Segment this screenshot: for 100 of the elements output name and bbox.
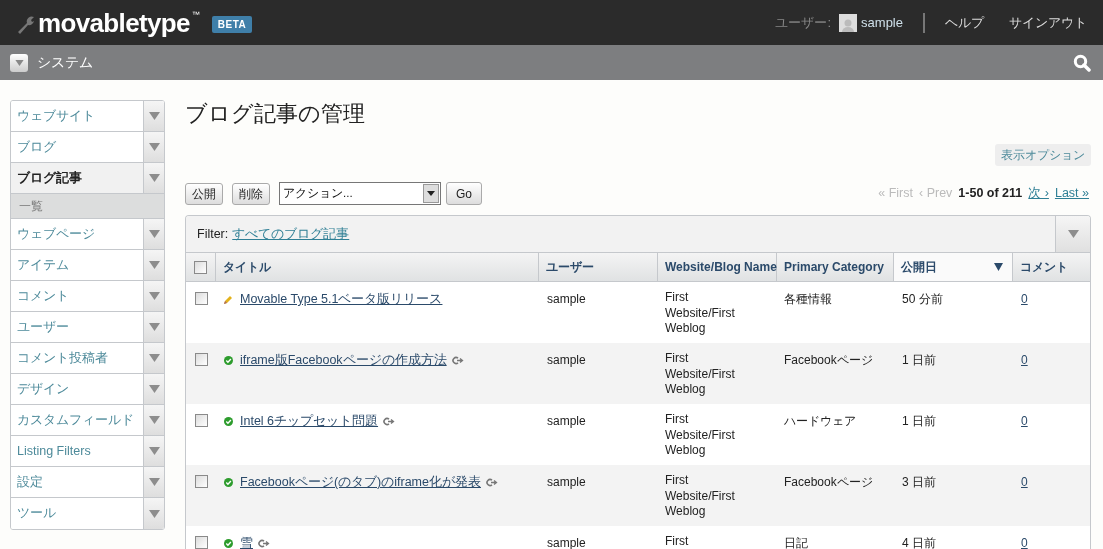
user-cell: sample	[547, 536, 586, 549]
date-cell: 4 日前	[902, 536, 936, 549]
avatar-icon	[839, 13, 858, 32]
blog-name-cell-text: First Website/First Weblog	[665, 351, 736, 398]
sidebar-item[interactable]: コメント	[11, 281, 164, 312]
view-arrow-icon[interactable]	[258, 538, 270, 548]
user-link[interactable]: sample	[861, 12, 903, 33]
sidebar-subitem[interactable]: 一覧	[11, 194, 164, 219]
header-link[interactable]: サインアウト	[1009, 12, 1087, 33]
caret-icon	[14, 59, 24, 66]
sidebar-item[interactable]: ブログ	[11, 132, 164, 163]
entry-title-link[interactable]: iframe版Facebookページの作成方法	[240, 351, 447, 370]
caret-icon	[148, 509, 160, 518]
logo-text: movabletype	[38, 9, 190, 36]
column-header[interactable]: タイトル	[216, 253, 539, 281]
entry-title-link[interactable]: Movable Type 5.1ベータ版リリース	[240, 290, 443, 309]
comment-count-link[interactable]: 0	[1021, 536, 1028, 549]
page-link: « First	[878, 185, 913, 203]
caret-icon	[148, 385, 160, 393]
category-cell: ハードウェア	[784, 414, 856, 428]
check-circle-icon	[224, 477, 233, 487]
scope-label: システム	[37, 53, 93, 72]
column-header[interactable]: Website/Blog Name	[658, 253, 777, 281]
checkbox[interactable]	[194, 292, 208, 305]
sidebar-item[interactable]: ユーザー	[11, 312, 164, 343]
page-link[interactable]: Last »	[1054, 184, 1089, 203]
date-cell: 1 日前	[902, 353, 936, 367]
date-cell: 3 日前	[902, 475, 936, 489]
user-cell: sample	[547, 414, 586, 428]
caret-icon	[148, 323, 160, 331]
beta-badge: BETA	[211, 16, 253, 33]
toolbar-button[interactable]: 削除	[232, 182, 270, 205]
sidebar-item[interactable]: ウェブサイト	[11, 101, 164, 132]
column-header[interactable]: 公開日	[894, 253, 1013, 281]
header-link[interactable]: ヘルプ	[945, 12, 984, 33]
view-arrow-icon[interactable]	[485, 477, 498, 487]
pencil-icon	[224, 294, 233, 304]
page-title: ブログ記事の管理	[185, 100, 366, 128]
caret-icon	[148, 416, 160, 424]
comment-count-link[interactable]: 0	[1021, 353, 1028, 367]
page-link: ‹ Prev	[919, 185, 953, 203]
page-link[interactable]: 次 ›	[1028, 184, 1049, 203]
category-cell: Facebookページ	[784, 353, 873, 367]
view-arrow-icon[interactable]	[451, 355, 464, 365]
entry-title-link[interactable]: 雪	[240, 534, 253, 549]
sidebar-item[interactable]: デザイン	[11, 374, 164, 405]
toolbar-button[interactable]: 公開	[185, 182, 223, 205]
caret-icon	[148, 261, 160, 269]
sort-arrow-icon	[994, 263, 1003, 271]
checkbox[interactable]	[194, 414, 208, 427]
column-header[interactable]: コメント	[1013, 253, 1090, 281]
filter-link[interactable]: すべてのブログ記事	[232, 224, 350, 244]
sidebar-item[interactable]: 設定	[11, 467, 164, 498]
caret-icon	[148, 112, 160, 120]
comment-count-link[interactable]: 0	[1021, 475, 1028, 489]
category-cell: Facebookページ	[784, 475, 873, 489]
filter-toggle-button[interactable]	[1055, 216, 1090, 252]
sidebar-item[interactable]: Listing Filters	[11, 436, 164, 467]
user-cell: sample	[547, 353, 586, 367]
category-cell: 日記	[784, 536, 808, 549]
scope-dropdown-button[interactable]	[10, 53, 28, 72]
checkbox[interactable]	[194, 260, 207, 274]
column-header[interactable]: ユーザー	[539, 253, 658, 281]
checkbox[interactable]	[194, 536, 208, 549]
go-button[interactable]: Go	[446, 182, 482, 205]
check-circle-icon	[224, 355, 233, 365]
search-icon[interactable]	[1073, 53, 1091, 72]
caret-icon	[148, 447, 160, 455]
entry-title-link[interactable]: Intel 6チップセット問題	[240, 412, 379, 431]
blog-name-cell-text: First	[665, 534, 690, 549]
comment-count-link[interactable]: 0	[1021, 292, 1028, 306]
sidebar-item[interactable]: カスタムフィールド	[11, 405, 164, 436]
user-cell: sample	[547, 475, 586, 489]
display-options-button[interactable]: 表示オプション	[995, 144, 1091, 166]
sidebar-item[interactable]: ウェブページ	[11, 219, 164, 250]
sidebar-item[interactable]: アイテム	[11, 250, 164, 281]
filter-label: Filter:	[197, 225, 229, 243]
trademark: ™	[191, 9, 200, 21]
user-label: ユーザー:	[775, 13, 832, 32]
blog-name-cell-text: First Website/First Weblog	[665, 412, 736, 459]
caret-icon	[148, 230, 160, 238]
caret-icon	[1067, 230, 1079, 238]
entry-title-link[interactable]: Facebookページ(のタブ)のiframe化が発表	[240, 473, 481, 492]
action-select[interactable]: アクション...	[279, 182, 441, 205]
caret-icon	[148, 143, 160, 151]
caret-icon	[148, 478, 160, 486]
checkbox[interactable]	[194, 475, 208, 488]
sidebar-item[interactable]: ブログ記事	[11, 163, 164, 194]
checkbox[interactable]	[194, 353, 208, 366]
date-cell: 50 分前	[902, 292, 943, 306]
comment-count-link[interactable]: 0	[1021, 414, 1028, 428]
caret-icon	[148, 292, 160, 300]
caret-icon	[148, 354, 160, 362]
wrench-icon	[16, 14, 36, 35]
caret-icon	[148, 174, 160, 182]
sidebar-item[interactable]: コメント投稿者	[11, 343, 164, 374]
sidebar-item[interactable]: ツール	[11, 498, 164, 529]
view-arrow-icon[interactable]	[383, 416, 396, 426]
page-range: 1-50 of 211	[958, 185, 1023, 203]
blog-name-cell-text: First Website/First Weblog	[665, 473, 736, 520]
